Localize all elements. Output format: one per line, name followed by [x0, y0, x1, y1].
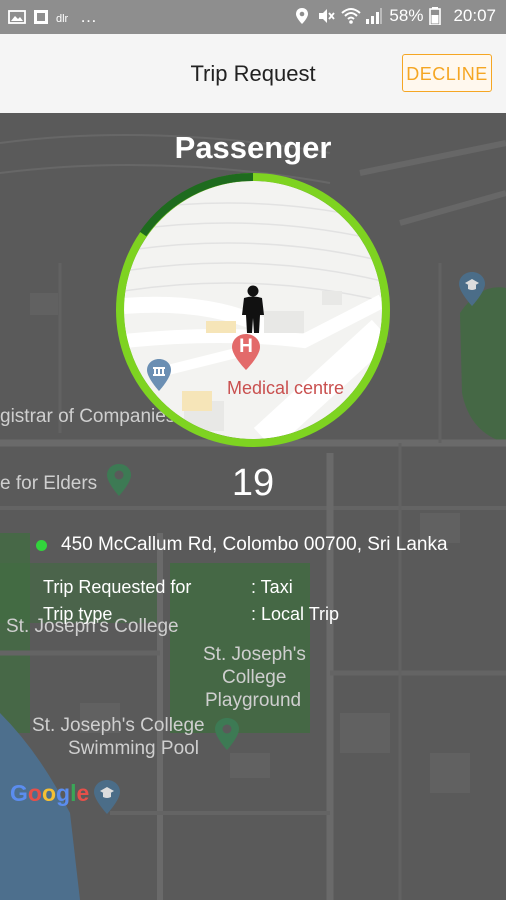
- google-logo: Google: [10, 780, 90, 806]
- countdown-ring: [116, 172, 390, 447]
- trip-info-value: : Local Trip: [251, 604, 340, 624]
- decline-button[interactable]: DECLINE: [402, 54, 492, 92]
- trip-info-label: Trip Requested for: [43, 577, 192, 597]
- map-label-pool-2: Swimming Pool: [68, 738, 199, 759]
- status-bar: dlr … 58% 20:07: [0, 0, 506, 34]
- status-right: 58% 20:07: [293, 6, 496, 26]
- trip-info-row-type: Trip type : Local Trip: [43, 604, 339, 625]
- signal-icon: [365, 7, 383, 25]
- app-bar: Trip Request DECLINE: [0, 34, 506, 114]
- battery-icon: [429, 7, 447, 26]
- map-label-playground-1: St. Joseph's: [203, 644, 306, 665]
- map-label-playground-2: College: [222, 667, 287, 688]
- pickup-address: 450 McCallum Rd, Colombo 00700, Sri Lank…: [61, 534, 448, 555]
- trip-info-value: : Taxi: [251, 577, 293, 597]
- svg-text:dlr: dlr: [56, 13, 69, 25]
- countdown-seconds: 19: [231, 462, 275, 504]
- trip-info-label: Trip type: [43, 604, 113, 624]
- passenger-title: Passenger: [174, 130, 332, 165]
- wifi-icon: [341, 7, 362, 25]
- battery-percent: 58%: [389, 6, 424, 25]
- clock: 20:07: [453, 6, 496, 25]
- pickup-dot-icon: [36, 539, 47, 551]
- app-notification-icon: dlr: [56, 8, 74, 26]
- location-icon: [293, 7, 311, 25]
- map-label-pool-1: St. Joseph's College: [32, 715, 205, 736]
- mute-icon: [317, 7, 336, 25]
- pickup-address-row: 450 McCallum Rd, Colombo 00700, Sri Lank…: [36, 534, 448, 556]
- image-icon: [8, 8, 26, 26]
- map-label-playground-3: Playground: [205, 690, 302, 711]
- more-notifications: …: [80, 7, 97, 26]
- gallery-icon: [32, 8, 50, 26]
- status-left: dlr …: [8, 7, 97, 27]
- trip-info-row-requested: Trip Requested for : Taxi: [43, 577, 293, 598]
